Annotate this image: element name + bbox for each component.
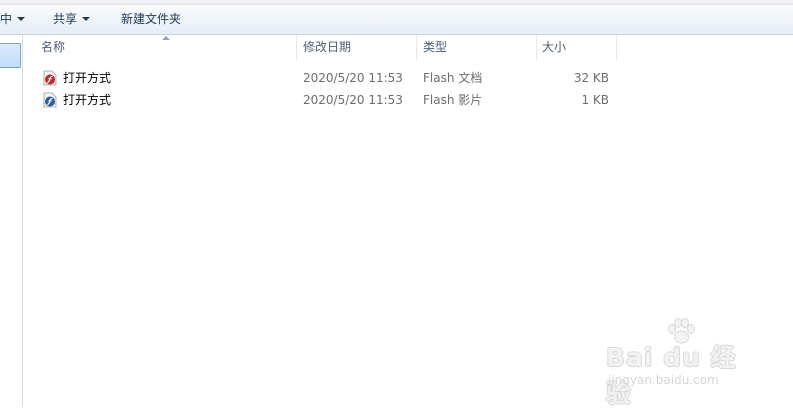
column-header: 名称 修改日期 类型 大小	[23, 35, 617, 60]
include-in-library-label: 中	[0, 12, 13, 26]
file-name: 打开方式	[63, 71, 112, 85]
column-type-label: 类型	[423, 40, 448, 54]
include-in-library-menu[interactable]: 中	[0, 5, 26, 34]
chevron-down-icon	[82, 16, 91, 21]
file-name: 打开方式	[63, 93, 112, 107]
column-header-date[interactable]: 修改日期	[297, 35, 417, 60]
navigation-pane[interactable]	[0, 35, 23, 407]
file-size: 1 KB	[581, 93, 609, 107]
column-name-label: 名称	[41, 40, 66, 54]
share-menu[interactable]: 共享	[53, 5, 91, 34]
baidu-jingyan-watermark: Bai du 经验 jingyan.baidu.com	[606, 318, 756, 408]
column-header-size[interactable]: 大小	[537, 35, 617, 60]
file-size: 32 KB	[573, 71, 609, 85]
file-type: Flash 影片	[423, 93, 483, 107]
new-folder-button[interactable]: 新建文件夹	[121, 5, 181, 34]
column-header-type[interactable]: 类型	[417, 35, 537, 60]
file-date: 2020/5/20 11:53	[303, 93, 403, 107]
file-date: 2020/5/20 11:53	[303, 71, 403, 85]
column-size-label: 大小	[542, 40, 567, 54]
command-bar: 中 共享 新建文件夹	[0, 5, 793, 35]
flash-document-icon	[43, 70, 57, 86]
flash-movie-icon	[43, 92, 57, 108]
file-row[interactable]: 打开方式 2020/5/20 11:53 Flash 文档 32 KB	[23, 67, 617, 89]
new-folder-label: 新建文件夹	[121, 12, 182, 26]
file-row[interactable]: 打开方式 2020/5/20 11:53 Flash 影片 1 KB	[23, 89, 617, 111]
file-type: Flash 文档	[423, 71, 483, 85]
column-date-label: 修改日期	[303, 40, 352, 54]
watermark-url: jingyan.baidu.com	[608, 373, 719, 387]
share-label: 共享	[53, 12, 78, 26]
nav-selected-item[interactable]	[0, 43, 21, 68]
chevron-down-icon	[17, 16, 26, 21]
column-header-name[interactable]: 名称	[23, 35, 297, 60]
sort-ascending-icon	[162, 36, 170, 40]
